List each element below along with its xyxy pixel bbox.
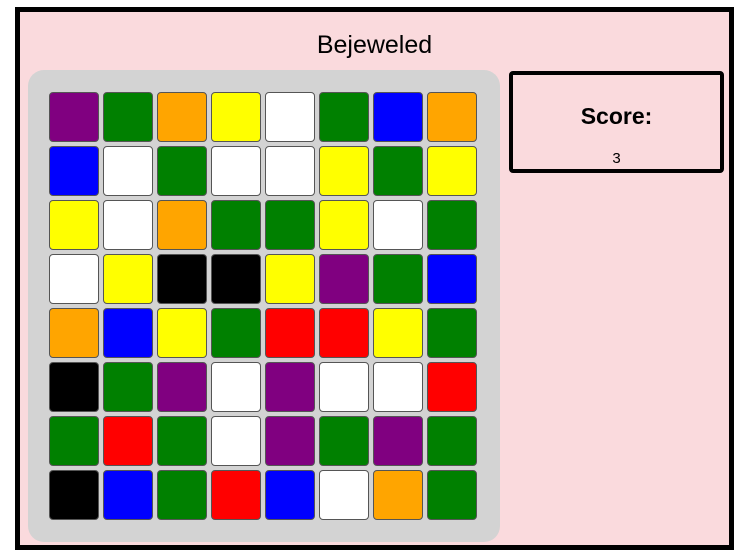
gem-purple[interactable] <box>319 254 369 304</box>
gem-white[interactable] <box>49 254 99 304</box>
gem-green[interactable] <box>103 362 153 412</box>
gem-purple[interactable] <box>157 362 207 412</box>
game-container: Bejeweled Score: 3 <box>15 7 734 550</box>
gem-yellow[interactable] <box>373 308 423 358</box>
gem-white[interactable] <box>265 146 315 196</box>
gem-white[interactable] <box>211 362 261 412</box>
gem-orange[interactable] <box>157 200 207 250</box>
gem-yellow[interactable] <box>265 254 315 304</box>
gem-green[interactable] <box>157 416 207 466</box>
gem-grid <box>49 92 477 520</box>
gem-blue[interactable] <box>103 470 153 520</box>
score-panel: Score: 3 <box>509 71 724 173</box>
gem-white[interactable] <box>373 362 423 412</box>
gem-blue[interactable] <box>49 146 99 196</box>
gem-white[interactable] <box>373 200 423 250</box>
gem-red[interactable] <box>265 308 315 358</box>
gem-red[interactable] <box>211 470 261 520</box>
gem-black[interactable] <box>49 470 99 520</box>
gem-blue[interactable] <box>103 308 153 358</box>
score-value: 3 <box>612 150 621 167</box>
gem-green[interactable] <box>427 200 477 250</box>
gem-white[interactable] <box>103 146 153 196</box>
gem-black[interactable] <box>49 362 99 412</box>
gem-white[interactable] <box>211 146 261 196</box>
gem-yellow[interactable] <box>427 146 477 196</box>
gem-orange[interactable] <box>49 308 99 358</box>
gem-black[interactable] <box>211 254 261 304</box>
gem-white[interactable] <box>319 362 369 412</box>
gem-green[interactable] <box>157 470 207 520</box>
gem-yellow[interactable] <box>103 254 153 304</box>
gem-purple[interactable] <box>265 362 315 412</box>
gem-green[interactable] <box>103 92 153 142</box>
gem-green[interactable] <box>319 92 369 142</box>
gem-red[interactable] <box>319 308 369 358</box>
gem-purple[interactable] <box>373 416 423 466</box>
gem-green[interactable] <box>157 146 207 196</box>
gem-white[interactable] <box>211 416 261 466</box>
gem-yellow[interactable] <box>211 92 261 142</box>
gem-orange[interactable] <box>373 470 423 520</box>
gem-white[interactable] <box>265 92 315 142</box>
gem-green[interactable] <box>373 146 423 196</box>
gem-green[interactable] <box>319 416 369 466</box>
gem-purple[interactable] <box>265 416 315 466</box>
gem-green[interactable] <box>265 200 315 250</box>
gem-purple[interactable] <box>49 92 99 142</box>
gem-yellow[interactable] <box>157 308 207 358</box>
gem-blue[interactable] <box>427 254 477 304</box>
gem-black[interactable] <box>157 254 207 304</box>
gem-green[interactable] <box>211 308 261 358</box>
gem-green[interactable] <box>427 416 477 466</box>
gem-red[interactable] <box>103 416 153 466</box>
game-title: Bejeweled <box>316 31 433 59</box>
gem-yellow[interactable] <box>319 200 369 250</box>
gem-green[interactable] <box>49 416 99 466</box>
game-board <box>28 70 500 542</box>
gem-blue[interactable] <box>373 92 423 142</box>
gem-yellow[interactable] <box>319 146 369 196</box>
gem-orange[interactable] <box>157 92 207 142</box>
gem-white[interactable] <box>103 200 153 250</box>
gem-green[interactable] <box>427 470 477 520</box>
gem-green[interactable] <box>373 254 423 304</box>
score-label: Score: <box>580 103 653 129</box>
gem-blue[interactable] <box>265 470 315 520</box>
gem-green[interactable] <box>427 308 477 358</box>
gem-white[interactable] <box>319 470 369 520</box>
gem-red[interactable] <box>427 362 477 412</box>
gem-yellow[interactable] <box>49 200 99 250</box>
gem-orange[interactable] <box>427 92 477 142</box>
gem-green[interactable] <box>211 200 261 250</box>
